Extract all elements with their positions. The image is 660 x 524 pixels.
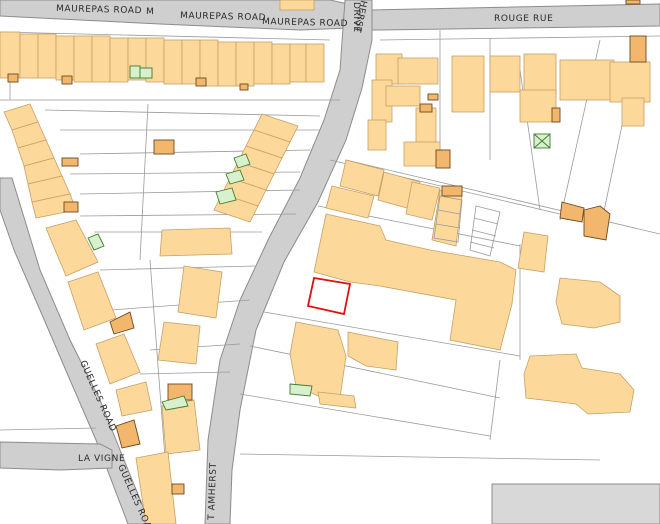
- building-block-a: [177, 265, 223, 319]
- building-south-c: [317, 391, 357, 409]
- ne-cluster: [367, 53, 651, 167]
- main-building: [313, 213, 517, 351]
- building-east-b: [523, 353, 635, 415]
- label-la-vigne: LA VIGNE: [78, 454, 125, 464]
- label-mount-amherst: T AMHERST: [207, 462, 219, 521]
- label-rouge-rue: ROUGE RUE: [494, 14, 553, 24]
- grey-area: [491, 483, 660, 524]
- building-south-b: [347, 331, 399, 371]
- map-canvas: MAUREPAS ROAD M MAUREPAS ROAD MAUREPAS R…: [0, 0, 660, 524]
- building-block-b: [157, 321, 201, 365]
- building-east-a: [555, 277, 621, 329]
- site-boundary[interactable]: [306, 276, 352, 316]
- building-east-small: [517, 231, 549, 273]
- building-row-mid: [159, 227, 233, 257]
- label-maurepas-road-m: M: [146, 7, 155, 17]
